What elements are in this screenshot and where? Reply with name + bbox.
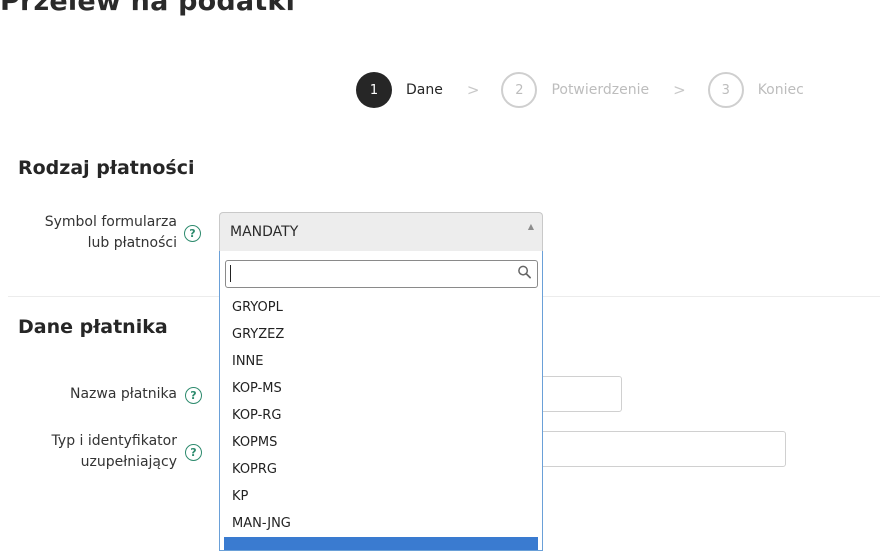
section-title-payment-type: Rodzaj płatności <box>18 157 195 179</box>
selected-value: MANDATY <box>230 224 299 240</box>
option-highlighted[interactable] <box>224 537 538 550</box>
help-icon[interactable]: ? <box>185 387 202 404</box>
option-man-jng[interactable]: MAN-JNG <box>220 510 542 537</box>
form-symbol-select[interactable]: MANDATY ▲ <box>219 212 543 252</box>
help-icon[interactable]: ? <box>185 444 202 461</box>
select-dropdown: GRYOPL GRYZEZ INNE KOP-MS KOP-RG KOPMS K… <box>219 251 543 551</box>
option-koprg[interactable]: KOPRG <box>220 456 542 483</box>
option-gryopl[interactable]: GRYOPL <box>220 294 542 321</box>
section-title-payer: Dane płatnika <box>18 316 168 338</box>
stepper: 1 Dane > 2 Potwierdzenie > 3 Koniec <box>356 71 804 109</box>
step-number: 2 <box>501 72 538 108</box>
option-kopms[interactable]: KOPMS <box>220 429 542 456</box>
option-inne[interactable]: INNE <box>220 348 542 375</box>
options-list: GRYOPL GRYZEZ INNE KOP-MS KOP-RG KOPMS K… <box>220 294 542 550</box>
label-line: lub płatności <box>87 235 177 251</box>
label-line: Typ i identyfikator <box>51 433 177 449</box>
step-label: Dane <box>406 82 443 98</box>
step-label: Potwierdzenie <box>551 82 650 98</box>
chevron-right-icon: > <box>466 81 480 99</box>
option-kp[interactable]: KP <box>220 483 542 510</box>
page-title: Przelew na podatki <box>0 0 296 17</box>
option-kop-ms[interactable]: KOP-MS <box>220 375 542 402</box>
option-kop-rg[interactable]: KOP-RG <box>220 402 542 429</box>
label-line: uzupełniający <box>80 454 177 470</box>
search-icon <box>518 265 531 279</box>
step-potwierdzenie: 2 Potwierdzenie <box>501 72 649 108</box>
payer-name-label: Nazwa płatnika <box>69 386 177 402</box>
label-line: Symbol formularza <box>44 214 177 230</box>
step-dane: 1 Dane <box>356 72 443 108</box>
text-caret <box>230 265 231 282</box>
step-koniec: 3 Koniec <box>707 72 804 108</box>
dropdown-search-input[interactable] <box>225 260 538 288</box>
id-type-label: Typ i identyfikator uzupełniający <box>52 431 177 473</box>
option-gryzez[interactable]: GRYZEZ <box>220 321 542 348</box>
step-number: 1 <box>356 72 392 108</box>
chevron-right-icon: > <box>673 81 686 99</box>
step-label: Koniec <box>757 82 804 98</box>
step-number: 3 <box>707 72 744 108</box>
form-symbol-label: Symbol formularza lub płatności <box>45 212 177 254</box>
chevron-up-icon: ▲ <box>527 222 534 231</box>
help-icon[interactable]: ? <box>184 225 201 242</box>
